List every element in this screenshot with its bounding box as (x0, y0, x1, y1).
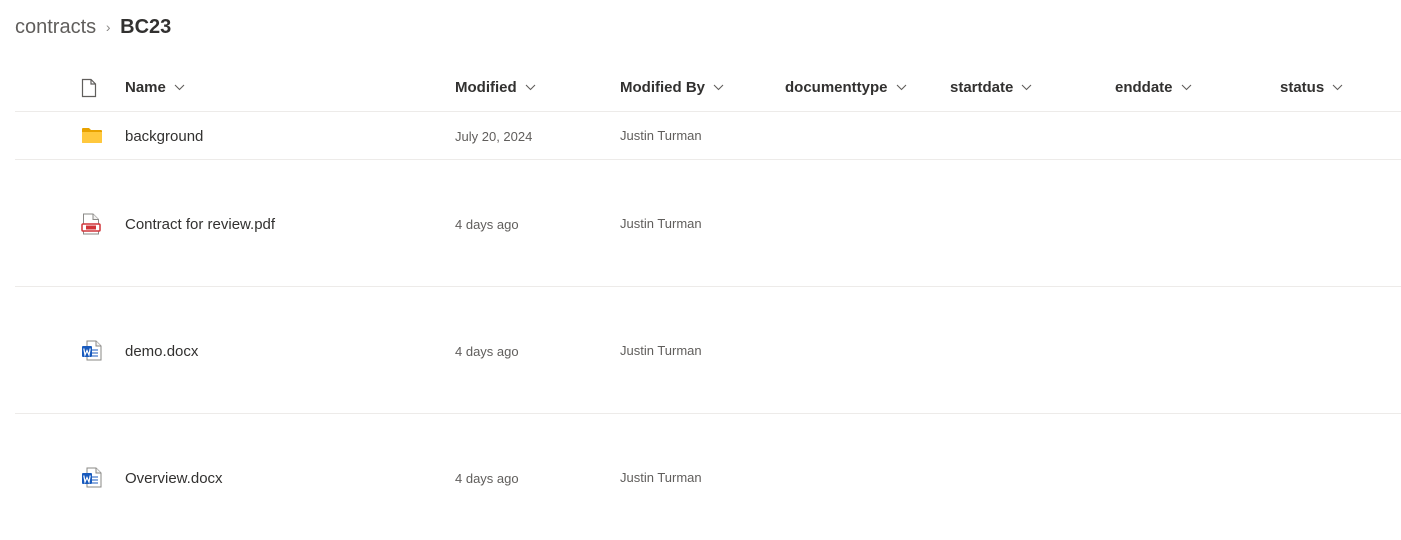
chevron-down-icon (174, 84, 185, 91)
file-name[interactable]: Overview.docx (125, 470, 223, 487)
column-header-modified-by[interactable]: Modified By (620, 64, 724, 111)
modified-by[interactable]: Justin Turman (620, 128, 702, 143)
file-name[interactable]: Contract for review.pdf (125, 216, 275, 233)
column-header-documenttype-label: documenttype (785, 79, 888, 96)
breadcrumb: contracts › BC23 (15, 14, 171, 40)
modified-by[interactable]: Justin Turman (620, 216, 702, 231)
word-file-icon (81, 340, 102, 366)
column-header-startdate[interactable]: startdate (950, 64, 1032, 111)
table-row[interactable]: background July 20, 2024 Justin Turman (15, 112, 1401, 160)
chevron-down-icon (896, 84, 907, 91)
modified-by[interactable]: Justin Turman (620, 343, 702, 358)
chevron-down-icon (525, 84, 536, 91)
chevron-down-icon (713, 84, 724, 91)
folder-icon (81, 127, 103, 149)
modified-date: 4 days ago (455, 217, 519, 232)
column-header-enddate-label: enddate (1115, 79, 1173, 96)
pdf-file-icon (81, 213, 101, 240)
chevron-down-icon (1181, 84, 1192, 91)
modified-by[interactable]: Justin Turman (620, 470, 702, 485)
modified-date: 4 days ago (455, 471, 519, 486)
column-header-row: Name Modified Modified By documenttype s… (15, 64, 1401, 112)
modified-date: July 20, 2024 (455, 129, 533, 144)
file-type-header-icon[interactable] (81, 78, 97, 103)
breadcrumb-chevron-icon: › (105, 19, 111, 35)
column-header-modified-label: Modified (455, 79, 517, 96)
column-header-documenttype[interactable]: documenttype (785, 64, 907, 111)
column-header-status-label: status (1280, 79, 1325, 96)
table-row[interactable]: demo.docx 4 days ago Justin Turman (15, 287, 1401, 414)
column-header-modified-by-label: Modified By (620, 79, 705, 96)
chevron-down-icon (1332, 84, 1343, 91)
column-header-startdate-label: startdate (950, 79, 1014, 96)
breadcrumb-current: BC23 (120, 15, 172, 38)
table-row[interactable]: Contract for review.pdf 4 days ago Justi… (15, 160, 1401, 287)
column-header-enddate[interactable]: enddate (1115, 64, 1192, 111)
modified-date: 4 days ago (455, 344, 519, 359)
column-header-status[interactable]: status (1280, 64, 1343, 111)
word-file-icon (81, 467, 102, 493)
table-row[interactable]: Overview.docx 4 days ago Justin Turman (15, 414, 1401, 540)
column-header-name-label: Name (125, 79, 166, 96)
file-name[interactable]: background (125, 128, 203, 145)
column-header-name[interactable]: Name (125, 64, 185, 111)
breadcrumb-contracts-link[interactable]: contracts (15, 16, 96, 39)
chevron-down-icon (1021, 84, 1032, 91)
column-header-modified[interactable]: Modified (455, 64, 536, 111)
file-name[interactable]: demo.docx (125, 343, 198, 360)
